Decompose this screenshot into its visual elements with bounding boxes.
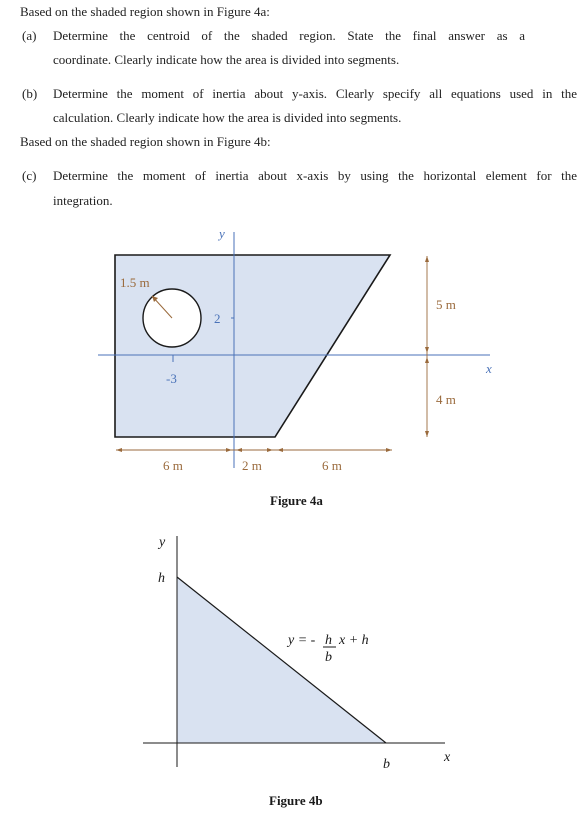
h-label: h <box>158 571 165 586</box>
x-axis-label-4b: x <box>443 750 451 765</box>
figure-4a: y x 1.5 m 2 -3 6 m 2 m 6 m 5 m 4 m Figur… <box>98 226 492 508</box>
figures-canvas: y x 1.5 m 2 -3 6 m 2 m 6 m 5 m 4 m Figur… <box>98 226 492 808</box>
dim-label-mid-width: 2 m <box>242 458 262 473</box>
arrowhead-icon <box>425 357 429 363</box>
arrowhead-icon <box>236 448 242 452</box>
arrowhead-icon <box>226 448 232 452</box>
x-axis-label-4a: x <box>485 361 492 376</box>
b-label: b <box>383 757 390 772</box>
figure-4a-caption: Figure 4a <box>270 493 323 508</box>
arrowhead-icon <box>277 448 283 452</box>
y-axis-label-4a: y <box>217 226 225 241</box>
shaded-region-4a <box>114 254 392 438</box>
dim-label-left-width: 6 m <box>163 458 183 473</box>
figure-4b: y h b x y = - h b x + h Figure 4b <box>143 535 451 808</box>
hole-radius-label: 1.5 m <box>120 275 150 290</box>
arrowhead-icon <box>425 347 429 353</box>
arrowhead-icon <box>425 431 429 437</box>
arrowhead-icon <box>425 256 429 262</box>
figure-4b-caption: Figure 4b <box>269 793 323 808</box>
equation-lhs: y = - <box>286 633 316 648</box>
arrowhead-icon <box>116 448 122 452</box>
dim-label-right-width: 6 m <box>322 458 342 473</box>
y-tick-label-2: 2 <box>214 311 221 326</box>
y-axis-label-4b: y <box>157 535 166 550</box>
dim-label-top-height: 5 m <box>436 297 456 312</box>
equation-rhs: x + h <box>338 633 369 648</box>
dim-label-bottom-height: 4 m <box>436 392 456 407</box>
x-tick-label-minus3: -3 <box>166 371 177 386</box>
arrowhead-icon <box>386 448 392 452</box>
arrowhead-icon <box>267 448 273 452</box>
equation-denominator: b <box>325 650 332 665</box>
equation-numerator: h <box>325 633 332 648</box>
